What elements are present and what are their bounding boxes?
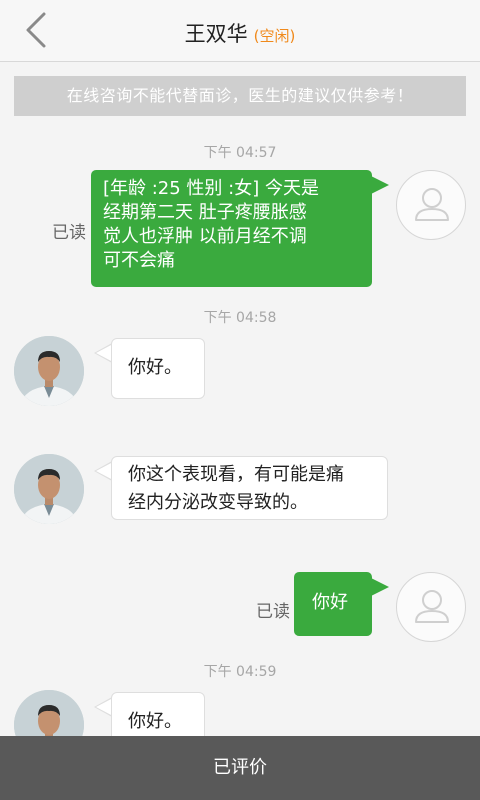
rated-button[interactable]: 已评价 [0, 736, 480, 800]
read-receipt: 已读 [52, 223, 86, 243]
message-line: 你这个表现看，有可能是痛 [128, 464, 344, 485]
page-title: 王双华 (空闲) [0, 18, 480, 48]
message-line: 你好。 [128, 711, 182, 732]
user-avatar[interactable] [396, 170, 466, 240]
message-bubble-user[interactable]: [年龄 :25 性别 :女] 今天是 经期第二天 肚子疼腰胀感 觉人也浮肿 以前… [91, 170, 372, 287]
doctor-photo-icon [14, 336, 84, 406]
user-silhouette-icon [415, 590, 449, 623]
message-line: 你好。 [128, 357, 182, 378]
doctor-photo-icon [14, 454, 84, 524]
user-avatar[interactable] [396, 572, 466, 642]
disclaimer-notice: 在线咨询不能代替面诊，医生的建议仅供参考！ [14, 76, 466, 116]
timestamp: 下午 04:59 [203, 664, 277, 680]
message-line: 你好 [312, 592, 348, 613]
read-receipt: 已读 [256, 602, 290, 622]
timestamp: 下午 04:58 [203, 310, 277, 326]
message-bubble-doctor[interactable]: 你好。 [111, 338, 205, 399]
timestamp: 下午 04:57 [203, 145, 277, 161]
message-line: 可不会痛 [103, 250, 175, 271]
message-line: 经期第二天 肚子疼腰胀感 [103, 202, 307, 223]
doctor-avatar[interactable] [14, 454, 84, 524]
message-line: 觉人也浮肿 以前月经不调 [103, 226, 307, 247]
doctor-name: 王双华 [184, 22, 248, 46]
message-line: [年龄 :25 性别 :女] 今天是 [103, 178, 319, 199]
bubble-tail [371, 176, 389, 194]
message-bubble-user[interactable]: 你好 [294, 572, 372, 636]
status-badge: (空闲) [253, 27, 296, 45]
user-silhouette-icon [415, 188, 449, 221]
bubble-tail [371, 578, 389, 596]
doctor-avatar[interactable] [14, 336, 84, 406]
header-bar: 王双华 (空闲) [0, 0, 480, 62]
message-line: 经内分泌改变导致的。 [128, 492, 308, 513]
message-bubble-doctor[interactable]: 你这个表现看，有可能是痛 经内分泌改变导致的。 [111, 456, 388, 520]
